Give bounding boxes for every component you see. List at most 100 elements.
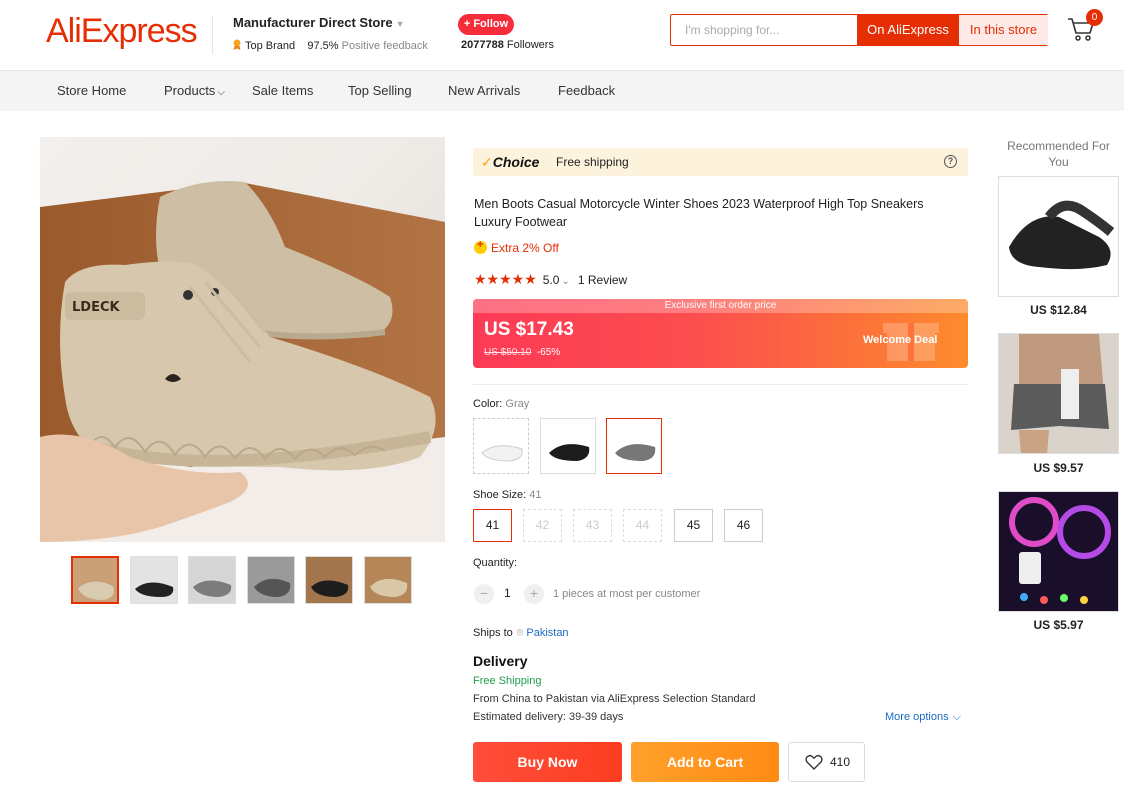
nav-feedback[interactable]: Feedback <box>558 71 615 111</box>
positive-feedback-pct: 97.5% <box>307 40 339 52</box>
svg-text:LDECK: LDECK <box>72 300 120 315</box>
followers-number: 2077788 <box>461 39 504 51</box>
rating-dropdown-icon[interactable]: ⌄ <box>561 276 569 287</box>
recommended-price-1: US $12.84 <box>1030 303 1087 317</box>
location-pin-icon: ⌾ <box>516 627 524 639</box>
original-price-row: US $50.10 -65% <box>484 347 560 358</box>
store-meta: Top Brand 97.5% Positive feedback <box>232 39 428 52</box>
color-swatch-gray[interactable] <box>606 418 662 474</box>
heart-icon <box>805 754 823 770</box>
add-to-cart-button[interactable]: Add to Cart <box>631 742 779 782</box>
wishlist-count: 410 <box>830 755 851 769</box>
search-input[interactable]: I'm shopping for... <box>685 15 779 45</box>
color-label: Color: Gray <box>473 398 529 410</box>
nav-store-home[interactable]: Store Home <box>57 71 126 111</box>
delivery-title: Delivery <box>473 653 528 669</box>
nav-new-arrivals[interactable]: New Arrivals <box>448 71 520 111</box>
cart-count-badge: 0 <box>1086 9 1103 26</box>
star-rating-icon: ★★★★★ <box>474 271 537 287</box>
deal-banner-text: Exclusive first order price <box>473 299 968 313</box>
thumbnail-2[interactable] <box>130 556 178 604</box>
choice-logo: ✓Choice <box>481 154 539 171</box>
color-swatch-black[interactable] <box>540 418 596 474</box>
size-option-46[interactable]: 46 <box>724 509 763 542</box>
ships-to-label: Ships to <box>473 627 513 639</box>
nav-top-selling[interactable]: Top Selling <box>348 71 412 111</box>
nav-products-label[interactable]: Products <box>164 83 215 98</box>
color-label-text: Color: <box>473 398 506 410</box>
wishlist-button[interactable]: 410 <box>788 742 865 782</box>
quantity-limit-note: 1 pieces at most per customer <box>553 588 701 600</box>
reviews-link[interactable]: 1 Review <box>578 273 627 287</box>
quantity-decrease-button[interactable]: − <box>474 584 494 604</box>
extra-off-label[interactable]: Extra 2% Off <box>491 241 559 255</box>
store-name-text[interactable]: Manufacturer Direct Store <box>233 15 393 30</box>
choice-label: Choice <box>492 154 540 170</box>
thumbnail-1[interactable] <box>71 556 119 604</box>
follow-button[interactable]: + Follow <box>458 14 514 35</box>
size-selected-value: 41 <box>529 489 542 501</box>
more-options-link[interactable]: More options ⌵ <box>885 711 961 724</box>
store-dropdown-icon[interactable]: ▼ <box>396 19 405 29</box>
size-option-41[interactable]: 41 <box>473 509 512 542</box>
quantity-increase-button[interactable]: + <box>524 584 544 604</box>
nav-sale-items[interactable]: Sale Items <box>252 71 313 111</box>
followers-count: 2077788 Followers <box>461 39 554 51</box>
aliexpress-logo[interactable]: AliExpress <box>46 12 198 51</box>
thumbnail-6[interactable] <box>364 556 412 604</box>
delivery-estimate: Estimated delivery: 39-39 days <box>473 711 624 723</box>
size-option-45[interactable]: 45 <box>674 509 713 542</box>
rating-score[interactable]: 5.0 <box>543 273 560 287</box>
store-name[interactable]: Manufacturer Direct Store ▼ <box>233 15 405 30</box>
quantity-value[interactable]: 1 <box>504 586 511 600</box>
color-selected-value: Gray <box>505 398 530 410</box>
store-header: AliExpress Manufacturer Direct Store ▼ To… <box>0 0 1124 71</box>
search-in-store-button[interactable]: In this store <box>959 15 1048 45</box>
delivery-route: From China to Pakistan via AliExpress Se… <box>473 693 756 705</box>
product-main-image[interactable]: LDECK <box>40 137 445 542</box>
rating-row: ★★★★★ 5.0 ⌄ 1 Review <box>474 271 627 288</box>
search-on-aliexpress-button[interactable]: On AliExpress <box>857 14 959 46</box>
store-nav: Store Home Products ⌵ Sale Items Top Sell… <box>0 71 1124 111</box>
thumbnail-4[interactable] <box>247 556 295 604</box>
welcome-deal-label: Welcome Deal <box>863 334 938 346</box>
header-divider <box>212 16 213 54</box>
size-label: Shoe Size: 41 <box>473 489 542 501</box>
help-icon[interactable]: ? <box>944 155 957 168</box>
size-option-42[interactable]: 42 <box>523 509 562 542</box>
delivery-free-shipping: Free Shipping <box>473 675 542 687</box>
ships-to-row: Ships to ⌾ Pakistan <box>473 627 569 640</box>
thumbnail-3[interactable] <box>188 556 236 604</box>
check-icon: ✓ <box>481 154 493 170</box>
thumbnail-5[interactable] <box>305 556 353 604</box>
positive-feedback-label: Positive feedback <box>341 40 428 52</box>
chevron-down-icon[interactable]: ⌵ <box>217 87 225 98</box>
recommended-price-3: US $5.97 <box>1033 618 1084 632</box>
buy-now-button[interactable]: Buy Now <box>473 742 622 782</box>
size-option-43[interactable]: 43 <box>573 509 612 542</box>
size-option-44[interactable]: 44 <box>623 509 662 542</box>
discount-percent: -65% <box>536 347 561 358</box>
recommended-price-2: US $9.57 <box>1033 461 1084 475</box>
coupon-plus-icon <box>474 239 487 254</box>
quantity-label: Quantity: <box>473 557 518 569</box>
nav-products[interactable]: Products ⌵ <box>164 71 225 113</box>
medal-icon <box>233 39 241 50</box>
top-brand-label: Top Brand <box>245 40 296 52</box>
ships-to-country[interactable]: Pakistan <box>526 627 568 639</box>
color-swatch-white[interactable] <box>473 418 529 474</box>
choice-banner: ✓Choice Free shipping ? <box>473 148 968 176</box>
chevron-down-icon[interactable]: ⌵ <box>953 711 961 723</box>
original-price: US $50.10 <box>484 347 532 358</box>
search-bar: I'm shopping for... On AliExpress In thi… <box>670 14 1048 46</box>
extra-off-coupon[interactable]: Extra 2% Off <box>474 239 559 255</box>
choice-free-shipping: Free shipping <box>556 155 629 169</box>
recommended-item-2[interactable] <box>998 333 1119 454</box>
current-price: US $17.43 <box>484 319 574 340</box>
recommended-title: Recommended For You <box>1007 139 1110 169</box>
more-options-label[interactable]: More options <box>885 711 949 723</box>
recommended-item-1[interactable] <box>998 176 1119 297</box>
recommended-item-3[interactable] <box>998 491 1119 612</box>
divider <box>473 384 968 385</box>
product-title: Men Boots Casual Motorcycle Winter Shoes… <box>474 197 924 229</box>
